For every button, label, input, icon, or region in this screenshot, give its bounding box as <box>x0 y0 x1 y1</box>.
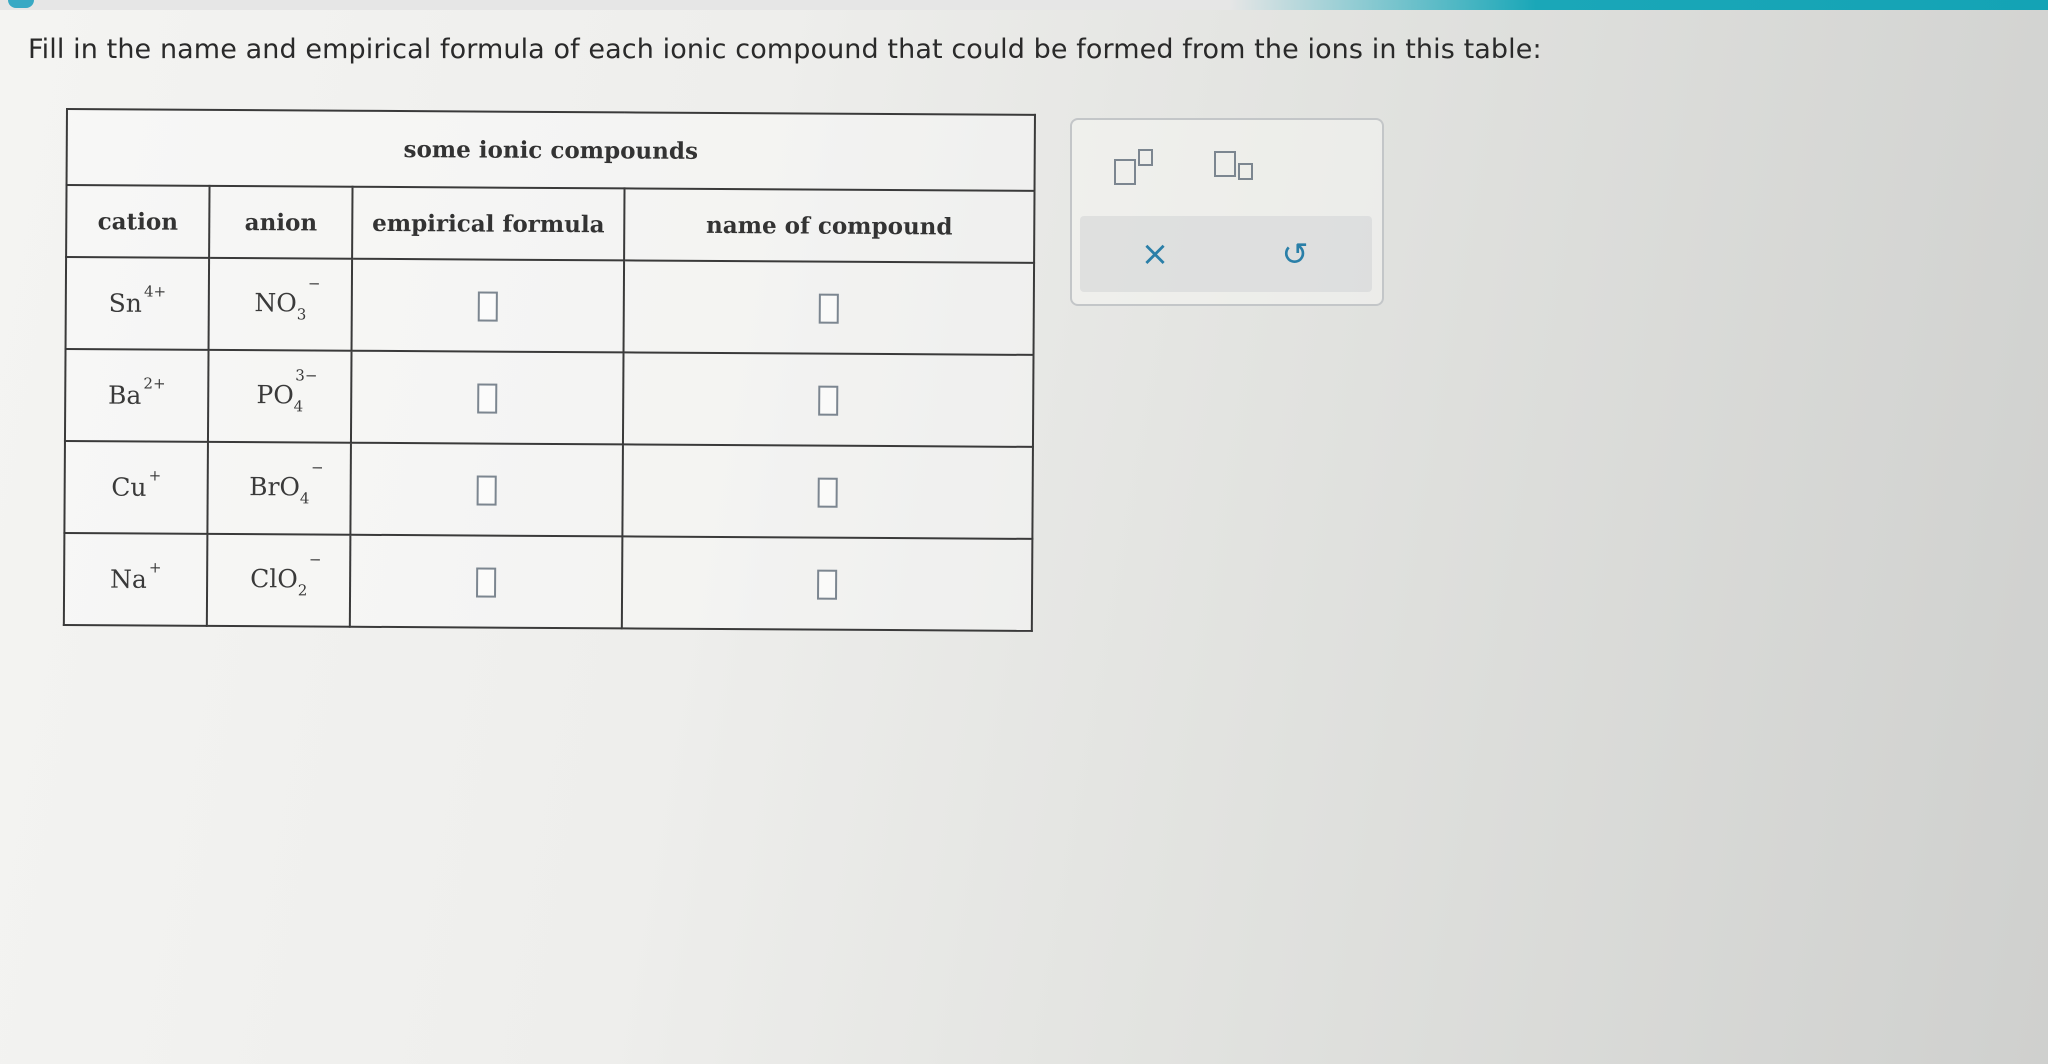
undo-button[interactable]: ↺ <box>1260 222 1330 286</box>
empirical-formula-input[interactable] <box>477 383 498 414</box>
cation-ion: Cu + <box>111 466 162 503</box>
compound-name-cell <box>622 352 1034 447</box>
cation-cell: Na + <box>63 532 208 626</box>
cation-cell: Cu + <box>64 440 209 534</box>
ionic-compounds-table-wrapper: some ionic compounds cation anion empiri… <box>62 108 1038 632</box>
anion-ion: PO4 3− <box>256 365 318 415</box>
compound-name-cell <box>622 444 1033 539</box>
anion-cell: BrO4− <box>207 441 352 535</box>
empirical-formula-input[interactable] <box>477 291 498 322</box>
header-name-of-compound: name of compound <box>624 188 1035 263</box>
table-row: Ba 2+ PO4 3− <box>64 349 1034 447</box>
empirical-formula-input[interactable] <box>476 567 497 598</box>
empirical-formula-input[interactable] <box>476 475 497 506</box>
close-icon: × <box>1140 234 1170 274</box>
compound-name-input[interactable] <box>818 293 839 324</box>
corner-badge <box>8 0 34 8</box>
table-row: Na + ClO2− <box>63 532 1033 631</box>
superscript-icon <box>1110 147 1154 185</box>
anion-ion: ClO2− <box>250 549 322 599</box>
empirical-formula-cell <box>349 534 623 629</box>
compound-name-input[interactable] <box>818 385 839 416</box>
ionic-compounds-table: some ionic compounds cation anion empiri… <box>62 108 1036 632</box>
cation-ion: Ba 2+ <box>108 374 166 411</box>
compound-name-input[interactable] <box>817 477 838 508</box>
compound-name-cell <box>621 536 1033 631</box>
question-prompt: Fill in the name and empirical formula o… <box>28 34 1542 65</box>
header-cation: cation <box>66 185 210 258</box>
compound-name-cell <box>623 260 1035 355</box>
toolbar-action-row: × ↺ <box>1080 216 1372 292</box>
table-caption: some ionic compounds <box>66 109 1035 191</box>
math-toolbar: × ↺ <box>1070 118 1384 306</box>
empirical-formula-cell <box>351 258 625 353</box>
cation-ion: Na + <box>109 558 162 595</box>
anion-ion: BrO4− <box>249 458 324 507</box>
undo-icon: ↺ <box>1281 235 1309 273</box>
header-empirical-formula: empirical formula <box>352 186 625 261</box>
clear-button[interactable]: × <box>1120 222 1190 286</box>
anion-cell: ClO2− <box>206 533 351 627</box>
top-accent-bar <box>0 0 2048 10</box>
compound-name-input[interactable] <box>816 569 838 600</box>
empirical-formula-cell <box>351 350 624 445</box>
anion-ion: NO3− <box>254 273 321 323</box>
anion-cell: PO4 3− <box>208 349 352 443</box>
cation-cell: Ba 2+ <box>64 349 209 442</box>
superscript-button[interactable] <box>1102 140 1162 190</box>
empirical-formula-cell <box>350 442 623 537</box>
header-anion: anion <box>209 185 353 259</box>
subscript-icon <box>1210 147 1254 183</box>
table-row: Sn 4+ NO3− <box>65 257 1035 355</box>
cation-ion: Sn 4+ <box>108 282 167 319</box>
table-row: Cu + BrO4− <box>64 440 1033 539</box>
anion-cell: NO3− <box>208 257 353 351</box>
cation-cell: Sn 4+ <box>65 257 210 350</box>
subscript-button[interactable] <box>1202 140 1262 190</box>
